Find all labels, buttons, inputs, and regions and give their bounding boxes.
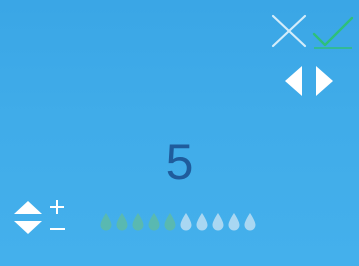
checkmark-icon[interactable] — [311, 14, 355, 50]
device-screen: 5 — [0, 0, 359, 266]
level-indicator — [99, 206, 275, 232]
up-down-adjust-control — [14, 200, 65, 234]
droplet-filled-icon — [164, 213, 176, 231]
droplet-filled-icon — [132, 213, 144, 231]
droplet-filled-icon — [148, 213, 160, 231]
right-arrow-icon[interactable] — [316, 66, 333, 96]
up-arrow-icon[interactable] — [14, 201, 42, 214]
down-arrow-icon[interactable] — [14, 221, 42, 234]
droplet-empty-icon — [228, 213, 240, 231]
droplet-empty-icon — [196, 213, 208, 231]
droplet-filled-icon — [100, 213, 112, 231]
left-arrow-icon[interactable] — [285, 66, 302, 96]
plus-icon — [50, 200, 64, 214]
left-right-arrows — [285, 66, 333, 96]
setting-value: 5 — [165, 134, 194, 190]
droplet-filled-icon — [116, 213, 128, 231]
droplet-empty-icon — [244, 213, 256, 231]
droplet-empty-icon — [180, 213, 192, 231]
close-icon[interactable] — [269, 13, 309, 49]
droplet-empty-icon — [212, 213, 224, 231]
